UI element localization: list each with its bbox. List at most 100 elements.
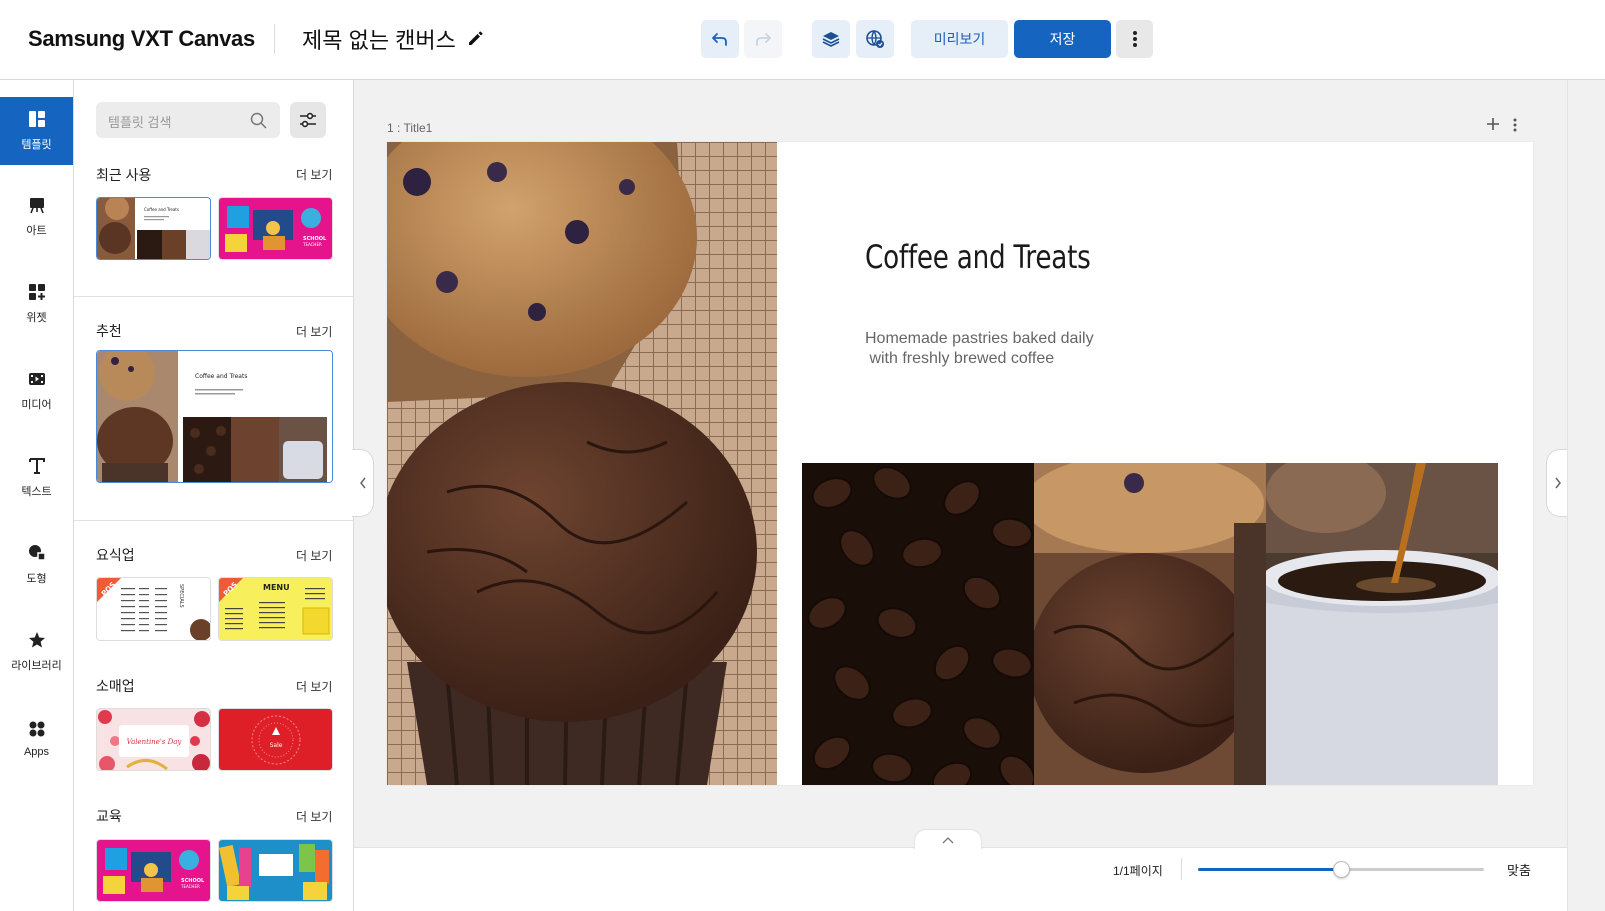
thumb-pos-specials-art: POS SPECIALS [97,578,210,640]
pencil-icon[interactable] [466,29,484,47]
chevron-right-icon [1554,477,1561,489]
rail-label: 도형 [26,573,47,585]
open-right-panel-button[interactable] [1546,449,1568,517]
rail-item-widget[interactable]: 위젯 [0,270,73,338]
rail-item-media[interactable]: 미디어 [0,357,73,425]
thumb-specials-text: SPECIALS [178,584,184,608]
rail-item-template[interactable]: 템플릿 [0,97,73,165]
preview-button[interactable]: 미리보기 [911,20,1008,58]
template-thumb-coffee-recent[interactable]: Coffee and Treats [96,197,211,260]
media-icon [28,373,45,385]
tool-rail: 템플릿 아트 위젯 미디어 텍스트 도형 라이브러리 Apps [0,80,74,911]
thumb-sale-art: Sale [219,709,332,770]
thumb-coffee-art: Coffee and Treats [97,198,210,259]
slide-title[interactable]: Coffee and Treats [865,238,1091,276]
thumb-school-art: SCHOOL TEACHER [219,198,332,259]
zoom-slider-fill [1198,868,1341,871]
thumb-coffee-title: Coffee and Treats [195,373,247,380]
section-food-label: 요식업 [96,547,135,563]
template-thumb-sale[interactable]: Sale [218,708,333,771]
slide-subtitle[interactable]: Homemade pastries baked daily with fresh… [865,329,1094,369]
template-thumb-pos-menu[interactable]: POS MENU [218,577,333,641]
redo-icon [756,33,771,46]
rail-label: 아트 [26,225,47,237]
section-divider [74,520,353,521]
filter-button[interactable] [290,102,326,138]
section-retail-label: 소매업 [96,678,135,694]
star-icon [28,632,45,648]
rail-label: 텍스트 [21,486,52,498]
rail-item-text[interactable]: 텍스트 [0,444,73,512]
recommended-more-link[interactable]: 더 보기 [296,323,332,340]
template-thumb-school-edu[interactable]: SCHOOL TEACHER [96,839,211,902]
retail-more-link[interactable]: 더 보기 [296,678,332,695]
template-thumb-pos-specials[interactable]: POS SPECIALS [96,577,211,641]
top-bar: Samsung VXT Canvas 제목 없는 캔버스 미리보기 저장 [0,0,1605,80]
section-recent-label: 최근 사용 [96,167,152,183]
easel-icon [29,198,44,214]
page-menu-icon[interactable] [1512,117,1518,133]
collapse-left-panel-button[interactable] [352,449,374,517]
thumb-coffee-large-art: Coffee and Treats [97,351,332,482]
thumb-valentine-art: Valentine's Day [97,709,210,770]
template-thumb-books[interactable] [218,839,333,902]
search-icon[interactable] [250,112,267,129]
rail-label: 라이브러리 [11,660,62,672]
undo-icon [712,33,727,46]
muffin-photo[interactable] [387,142,777,785]
rail-item-library[interactable]: 라이브러리 [0,618,73,686]
recent-more-link[interactable]: 더 보기 [296,166,332,183]
template-search-input[interactable]: 템플릿 검색 [96,102,280,138]
thumb-school-edu-art: SCHOOL TEACHER [97,840,210,901]
document-title[interactable]: 제목 없는 캔버스 [302,23,456,55]
rail-item-shapes[interactable]: 도형 [0,531,73,599]
vertical-scrollbar[interactable] [1567,80,1605,911]
more-options-button[interactable] [1116,20,1153,58]
section-divider [74,296,353,297]
widget-icon [28,284,45,300]
chevron-up-icon [942,836,954,843]
section-recommended-label: 추천 [96,323,122,339]
sliders-icon [300,112,316,128]
template-panel: 템플릿 검색 최근 사용 더 보기 Coffee and Treats SCHO… [74,80,354,911]
bottom-divider [1181,858,1182,880]
thumb-books-art [219,840,332,901]
redo-button[interactable] [744,20,782,58]
undo-button[interactable] [701,20,739,58]
food-more-link[interactable]: 더 보기 [296,547,332,564]
shapes-icon [28,545,46,561]
kebab-menu-icon [1132,31,1137,47]
save-button[interactable]: 저장 [1014,20,1111,58]
zoom-slider[interactable] [1198,861,1484,878]
globe-icon [866,30,884,48]
bottom-bar [354,847,1567,911]
template-thumb-coffee-recommended[interactable]: Coffee and Treats [96,350,333,483]
rail-label: 위젯 [26,312,47,324]
template-thumb-school-recent[interactable]: SCHOOL TEACHER [218,197,333,260]
template-thumb-valentine[interactable]: Valentine's Day [96,708,211,771]
coffee-beans-photo[interactable] [802,463,1034,785]
text-icon [28,458,45,474]
rail-label: Apps [23,746,50,758]
thumb-teacher-text: TEACHER [180,884,200,889]
search-placeholder: 템플릿 검색 [108,115,172,130]
svg-text:Coffee and Treats: Coffee and Treats [144,207,179,212]
rail-label: 미디어 [21,399,52,411]
coffee-cup-photo[interactable] [1266,463,1498,785]
slide-canvas[interactable]: Coffee and Treats Homemade pastries bake… [387,142,1533,785]
chocolate-muffin-photo[interactable] [1034,463,1266,785]
thumb-teacher-text: TEACHER [302,242,322,247]
page-count: 1/1페이지 [1113,864,1163,878]
publish-button[interactable] [856,20,894,58]
zoom-slider-handle[interactable] [1333,861,1350,878]
rail-item-art[interactable]: 아트 [0,183,73,251]
header-divider [274,24,275,54]
page-strip-toggle[interactable] [914,829,982,849]
layers-button[interactable] [812,20,850,58]
add-page-button[interactable] [1486,116,1500,134]
rail-item-apps[interactable]: Apps [0,705,73,773]
apps-icon [29,721,44,737]
thumb-pos-menu-art: POS MENU [219,578,332,640]
zoom-fit-button[interactable]: 맞춤 [1507,860,1531,879]
education-more-link[interactable]: 더 보기 [296,808,332,825]
